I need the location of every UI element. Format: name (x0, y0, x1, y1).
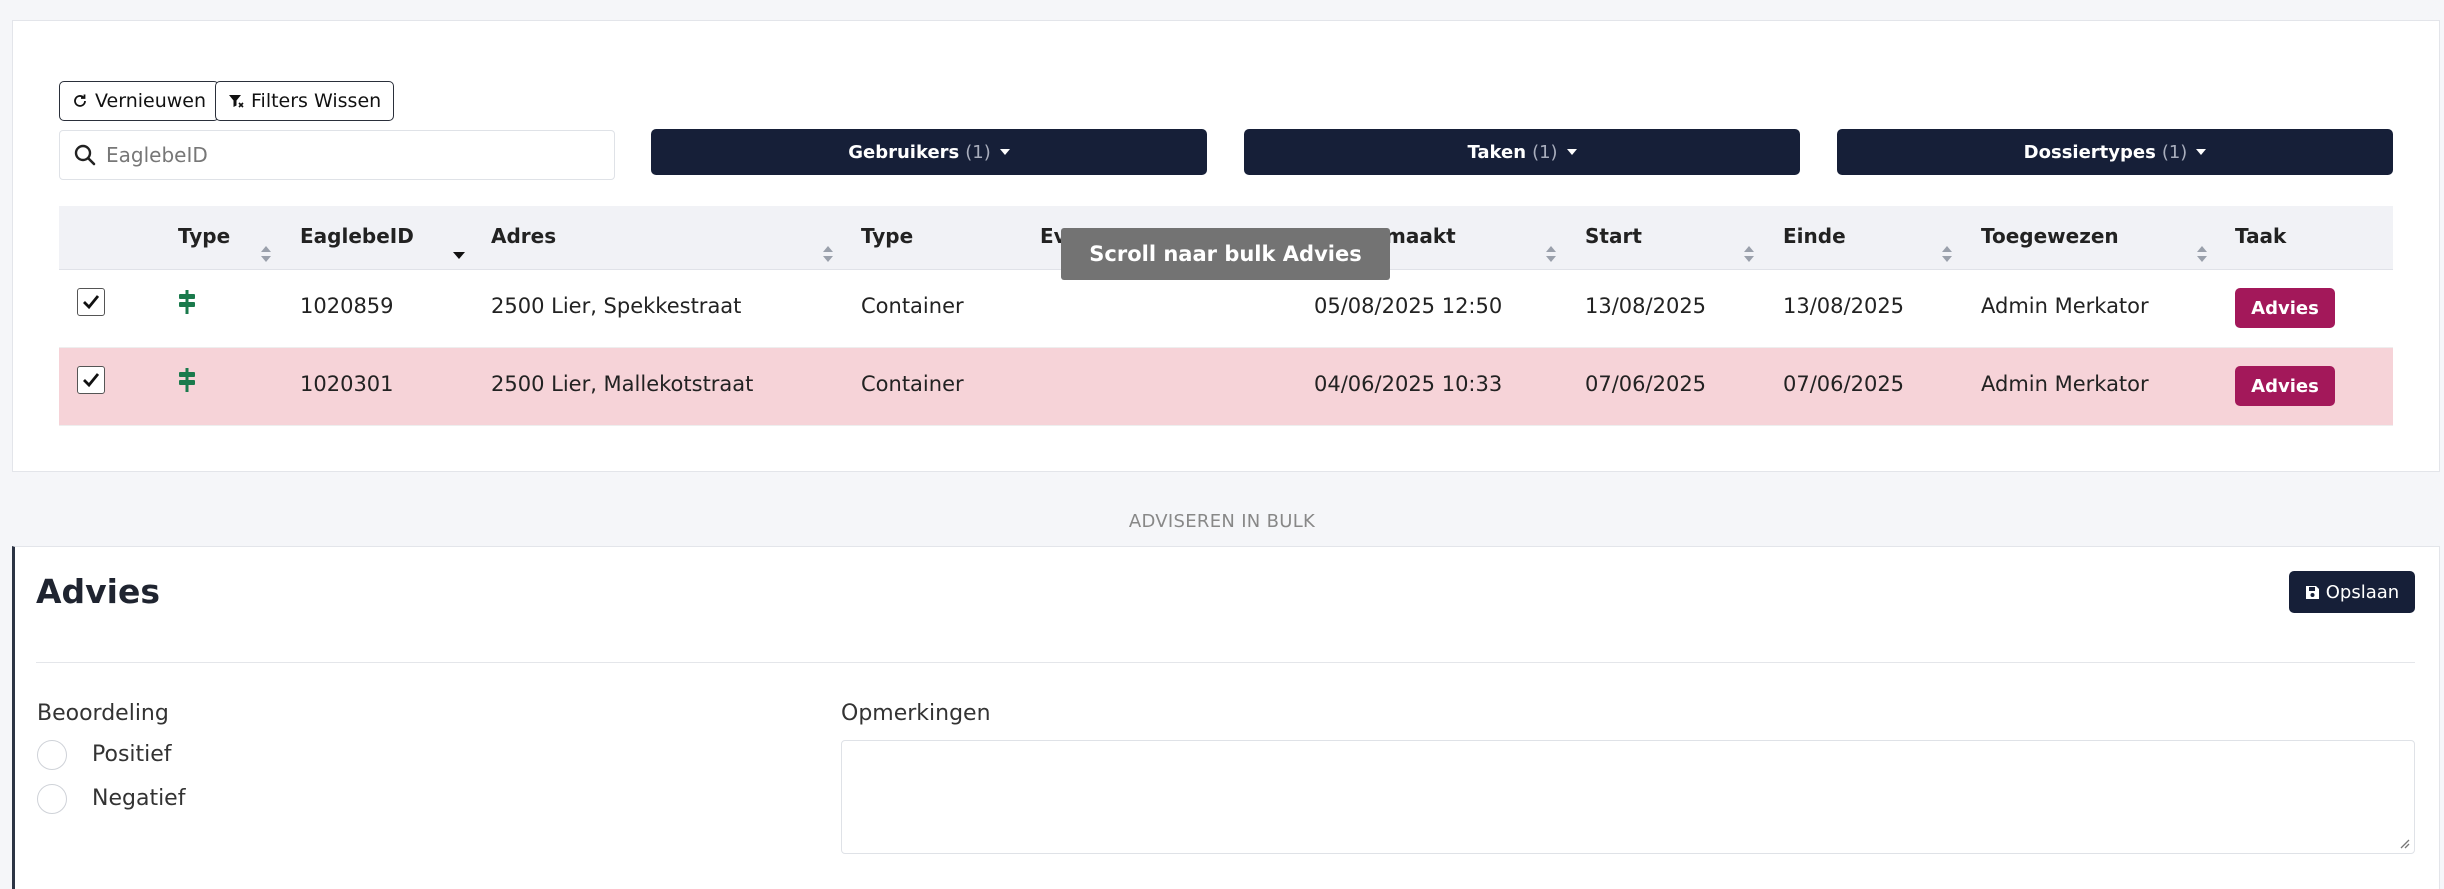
sort-icon[interactable] (1942, 246, 1952, 262)
row-checkbox[interactable] (77, 366, 105, 394)
bulk-section-label: ADVISEREN IN BULK (1128, 511, 1316, 532)
sort-icon[interactable] (1546, 246, 1556, 262)
scroll-to-bulk-tooltip[interactable]: Scroll naar bulk Advies (1061, 228, 1390, 280)
search-input[interactable] (106, 143, 586, 167)
cell-start: 07/06/2025 (1585, 372, 1707, 396)
cell-gemaakt: 04/06/2025 10:33 (1314, 372, 1503, 396)
sort-icon[interactable] (2197, 246, 2207, 262)
dossiertypes-filter-count: (1) (2161, 141, 2188, 163)
save-button[interactable]: Opslaan (2289, 571, 2415, 613)
cell-eaglebeid: 1020301 (300, 372, 394, 396)
dossiertypes-filter-dropdown[interactable]: Dossiertypes (1) (1837, 129, 2393, 175)
cell-type: Container (861, 372, 964, 396)
col-header-taak: Taak (2235, 224, 2287, 248)
col-header-type[interactable]: Type (178, 224, 230, 248)
refresh-icon (74, 94, 86, 107)
dossiertypes-filter-label: Dossiertypes (2023, 141, 2156, 163)
save-icon (2305, 585, 2319, 599)
cell-toegewezen: Admin Merkator (1981, 372, 2149, 396)
signpost-icon (179, 368, 195, 392)
col-header-einde[interactable]: Einde (1783, 224, 1846, 248)
sort-icon[interactable] (823, 246, 833, 262)
refresh-label: Vernieuwen (95, 90, 207, 112)
radio-negatief[interactable] (37, 784, 67, 814)
opmerkingen-label: Opmerkingen (841, 701, 991, 726)
search-icon (74, 144, 96, 166)
sort-icon[interactable] (1744, 246, 1754, 262)
col-header-toegewezen[interactable]: Toegewezen (1981, 224, 2119, 248)
resize-handle-icon[interactable] (2398, 837, 2410, 849)
cell-einde: 07/06/2025 (1783, 372, 1905, 396)
table-row[interactable]: 1020301 2500 Lier, Mallekotstraat Contai… (59, 348, 2393, 426)
tasks-filter-count: (1) (1532, 141, 1558, 163)
clear-filters-button[interactable]: Filters Wissen (215, 81, 395, 121)
search-box (59, 130, 615, 180)
cell-gemaakt: 05/08/2025 12:50 (1314, 294, 1503, 318)
tasks-filter-label: Taken (1467, 141, 1527, 163)
sort-icon[interactable] (261, 246, 271, 262)
users-filter-dropdown[interactable]: Gebruikers (1) (651, 129, 1207, 175)
cell-type: Container (861, 294, 964, 318)
refresh-button[interactable]: Vernieuwen (59, 81, 220, 121)
cell-adres: 2500 Lier, Spekkestraat (491, 294, 742, 318)
radio-positief[interactable] (37, 740, 67, 770)
caret-down-icon (2196, 149, 2207, 155)
advies-title: Advies (36, 572, 161, 611)
beoordeling-label: Beoordeling (37, 701, 169, 726)
opmerkingen-textarea[interactable] (841, 740, 2415, 854)
table-row[interactable]: 1020859 2500 Lier, Spekkestraat Containe… (59, 270, 2393, 348)
col-header-start[interactable]: Start (1585, 224, 1642, 248)
col-header-type-2[interactable]: Type (861, 224, 913, 248)
cell-start: 13/08/2025 (1585, 294, 1707, 318)
radio-positief-label[interactable]: Positief (92, 742, 172, 767)
col-header-gemaakt[interactable]: maakt (1385, 224, 1456, 248)
checkmark-icon (83, 373, 100, 388)
cell-eaglebeid: 1020859 (300, 294, 394, 318)
users-filter-count: (1) (965, 141, 991, 163)
tasks-filter-dropdown[interactable]: Taken (1) (1244, 129, 1800, 175)
radio-negatief-label[interactable]: Negatief (92, 786, 185, 811)
caret-down-icon (1566, 149, 1577, 155)
col-header-adres[interactable]: Adres (491, 224, 556, 248)
cell-toegewezen: Admin Merkator (1981, 294, 2149, 318)
caret-down-icon (999, 149, 1010, 155)
row-checkbox[interactable] (77, 288, 105, 316)
advies-button[interactable]: Advies (2235, 366, 2335, 406)
divider (36, 662, 2415, 663)
filter-clear-icon (229, 95, 244, 108)
col-header-eaglebeid[interactable]: EaglebeID (300, 224, 414, 248)
cell-einde: 13/08/2025 (1783, 294, 1905, 318)
cell-adres: 2500 Lier, Mallekotstraat (491, 372, 754, 396)
save-label: Opslaan (2325, 581, 2400, 603)
checkmark-icon (83, 295, 100, 310)
sort-desc-icon[interactable] (453, 252, 465, 259)
signpost-icon (179, 290, 195, 314)
users-filter-label: Gebruikers (848, 141, 960, 163)
clear-filters-label: Filters Wissen (251, 90, 382, 112)
advies-button[interactable]: Advies (2235, 288, 2335, 328)
